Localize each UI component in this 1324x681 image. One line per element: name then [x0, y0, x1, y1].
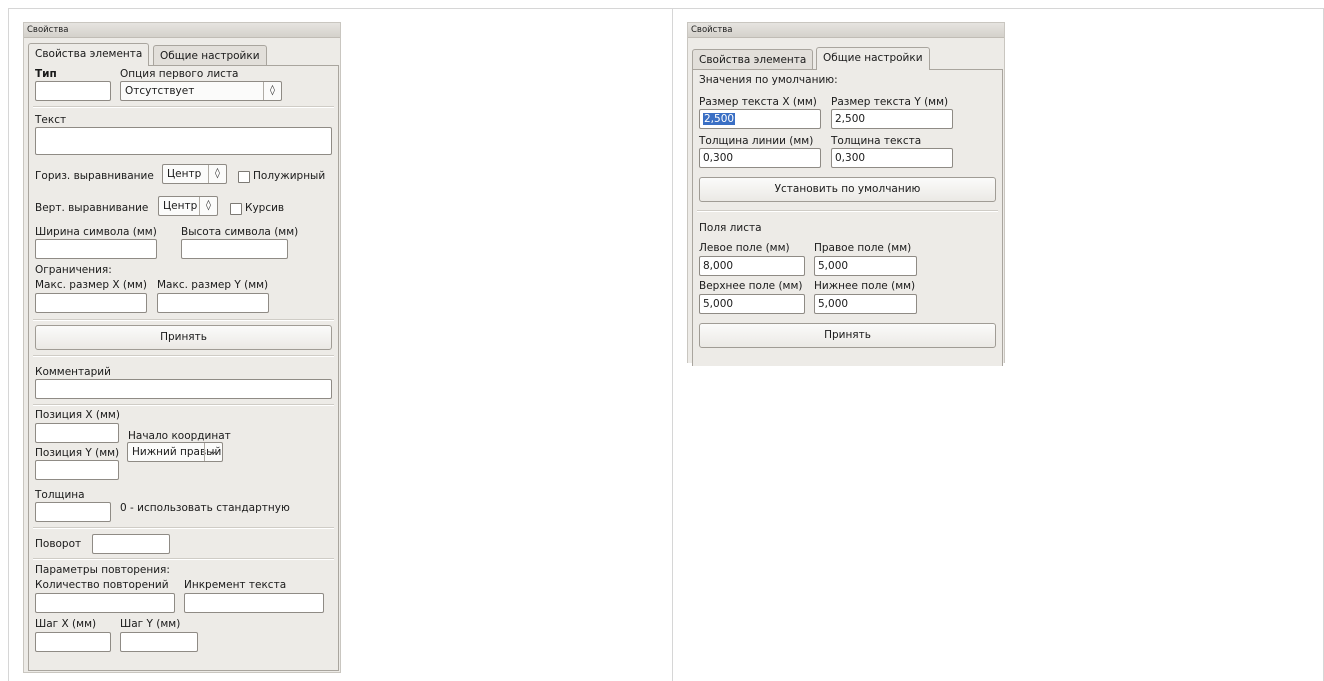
thickness-label: Толщина: [35, 489, 85, 501]
origin-select[interactable]: Нижний правый ⌄: [127, 442, 223, 462]
panel-title: Свойства: [688, 23, 1004, 38]
limits-label: Ограничения:: [35, 264, 112, 276]
text-increment-label: Инкремент текста: [184, 579, 287, 591]
accept-button[interactable]: Принять: [699, 323, 996, 348]
panel-title: Свойства: [24, 23, 340, 38]
char-height-input[interactable]: [181, 239, 288, 259]
tab-element-properties[interactable]: Свойства элемента: [28, 43, 150, 66]
top-margin-label: Верхнее поле (мм): [699, 280, 803, 292]
thickness-input[interactable]: [35, 502, 111, 522]
repeat-params-label: Параметры повторения:: [35, 564, 170, 576]
bold-checkbox[interactable]: [238, 171, 250, 183]
type-input[interactable]: [35, 81, 111, 101]
right-properties-panel: Свойства Свойства элемента Общие настрой…: [687, 22, 1005, 366]
repeat-count-label: Количество повторений: [35, 579, 169, 591]
horiz-align-label: Гориз. выравнивание: [35, 170, 154, 182]
thickness-hint: 0 - использовать стандартную: [120, 502, 290, 514]
char-width-label: Ширина символа (мм): [35, 226, 157, 238]
max-y-label: Макс. размер Y (мм): [157, 279, 269, 291]
max-x-label: Макс. размер X (мм): [35, 279, 147, 291]
tab-content: Тип Опция первого листа Отсутствует ◊ Те…: [28, 65, 339, 671]
vert-align-value: Центр: [163, 200, 198, 212]
text-size-x-input[interactable]: 2,500: [699, 109, 821, 129]
bottom-margin-label: Нижнее поле (мм): [814, 280, 916, 292]
divider: [33, 527, 334, 529]
bold-label: Полужирный: [253, 170, 326, 182]
char-width-input[interactable]: [35, 239, 157, 259]
defaults-label: Значения по умолчанию:: [699, 74, 838, 86]
right-margin-input[interactable]: 5,000: [814, 256, 917, 276]
first-sheet-option-value: Отсутствует: [125, 85, 195, 97]
line-thickness-label: Толщина линии (мм): [699, 135, 814, 147]
text-label: Текст: [35, 114, 67, 126]
horiz-align-select[interactable]: Центр ◊: [162, 164, 227, 184]
italic-checkbox[interactable]: [230, 203, 242, 215]
text-thickness-label: Толщина текста: [831, 135, 922, 147]
rotation-label: Поворот: [35, 538, 82, 550]
tab-general-settings[interactable]: Общие настройки: [816, 47, 930, 70]
max-x-input[interactable]: [35, 293, 147, 313]
italic-label: Курсив: [245, 202, 285, 214]
divider: [697, 210, 998, 212]
text-size-y-input[interactable]: 2,500: [831, 109, 953, 129]
margins-label: Поля листа: [699, 222, 762, 234]
max-y-input[interactable]: [157, 293, 269, 313]
tab-general-settings[interactable]: Общие настройки: [153, 45, 267, 66]
updown-arrow-icon: ◊: [199, 197, 217, 215]
updown-arrow-icon: ◊: [263, 82, 281, 100]
pos-y-label: Позиция Y (мм): [35, 447, 120, 459]
text-size-y-label: Размер текста Y (мм): [831, 96, 949, 108]
divider: [33, 355, 334, 357]
step-x-label: Шаг X (мм): [35, 618, 97, 630]
char-height-label: Высота символа (мм): [181, 226, 299, 238]
horiz-align-value: Центр: [167, 168, 202, 180]
divider: [33, 106, 334, 108]
right-margin-label: Правое поле (мм): [814, 242, 912, 254]
pos-x-input[interactable]: [35, 423, 119, 443]
repeat-count-input[interactable]: [35, 593, 175, 613]
text-size-x-label: Размер текста X (мм): [699, 96, 817, 108]
line-thickness-input[interactable]: 0,300: [699, 148, 821, 168]
chevron-down-icon: ⌄: [204, 443, 222, 461]
text-input[interactable]: [35, 127, 332, 155]
vert-align-select[interactable]: Центр ◊: [158, 196, 218, 216]
tab-content: Значения по умолчанию: Размер текста X (…: [692, 69, 1003, 366]
left-margin-label: Левое поле (мм): [699, 242, 790, 254]
bottom-margin-input[interactable]: 5,000: [814, 294, 917, 314]
left-properties-panel: Свойства Свойства элемента Общие настрой…: [23, 22, 341, 673]
text-thickness-input[interactable]: 0,300: [831, 148, 953, 168]
comment-input[interactable]: [35, 379, 332, 399]
step-y-label: Шаг Y (мм): [120, 618, 181, 630]
accept-button[interactable]: Принять: [35, 325, 332, 350]
pos-y-input[interactable]: [35, 460, 119, 480]
step-y-input[interactable]: [120, 632, 198, 652]
rotation-input[interactable]: [92, 534, 170, 554]
divider: [33, 404, 334, 406]
first-sheet-option-label: Опция первого листа: [120, 68, 239, 80]
pos-x-label: Позиция X (мм): [35, 409, 120, 421]
text-increment-input[interactable]: [184, 593, 324, 613]
type-label: Тип: [35, 68, 57, 80]
text-size-x-value: 2,500: [703, 113, 736, 125]
step-x-input[interactable]: [35, 632, 111, 652]
top-margin-input[interactable]: 5,000: [699, 294, 805, 314]
set-defaults-button[interactable]: Установить по умолчанию: [699, 177, 996, 202]
tab-element-properties[interactable]: Свойства элемента: [692, 49, 814, 70]
vert-align-label: Верт. выравнивание: [35, 202, 149, 214]
comment-label: Комментарий: [35, 366, 111, 378]
divider: [33, 558, 334, 560]
divider: [33, 319, 334, 321]
first-sheet-option-select[interactable]: Отсутствует ◊: [120, 81, 282, 101]
updown-arrow-icon: ◊: [208, 165, 226, 183]
left-margin-input[interactable]: 8,000: [699, 256, 805, 276]
